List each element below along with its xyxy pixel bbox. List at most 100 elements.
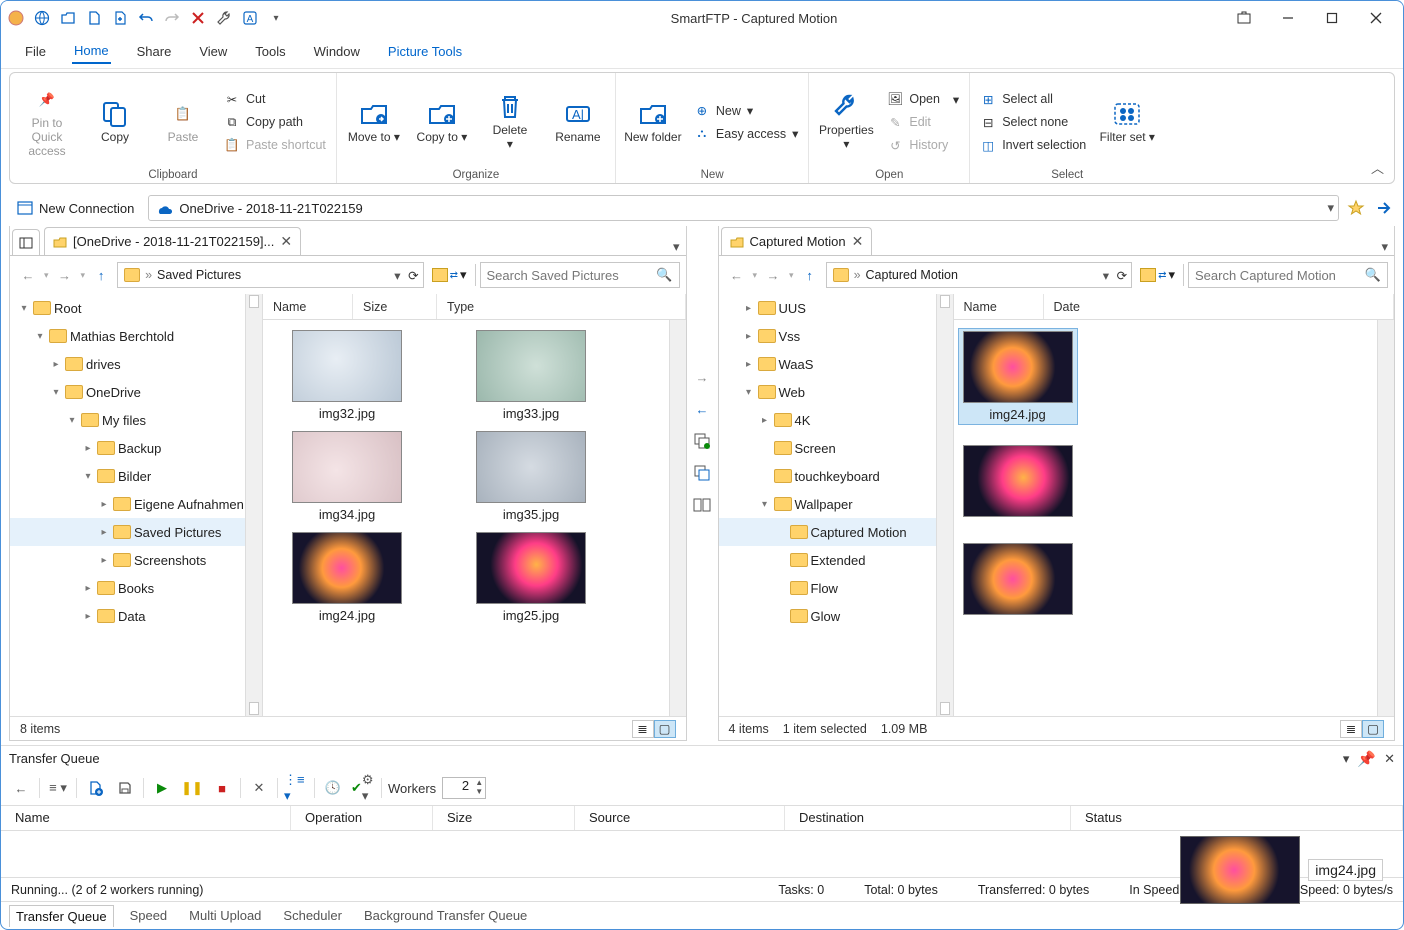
- wrench-icon[interactable]: [215, 9, 233, 27]
- tree-node[interactable]: ▾Web: [719, 378, 953, 406]
- thumbnail[interactable]: img25.jpg: [451, 530, 611, 625]
- tab-dropdown-icon[interactable]: ▾: [1375, 239, 1394, 255]
- bottom-tab-multi[interactable]: Multi Upload: [183, 905, 267, 926]
- cut-button[interactable]: ✂Cut: [220, 89, 330, 109]
- thumbnail[interactable]: img24.jpg: [267, 530, 427, 625]
- expand-icon[interactable]: ▸: [82, 443, 94, 454]
- tree-node[interactable]: Flow: [719, 574, 953, 602]
- sync-mirror-icon[interactable]: [691, 494, 713, 516]
- tree-node[interactable]: Captured Motion: [719, 518, 953, 546]
- forward-button[interactable]: →: [761, 263, 785, 287]
- properties-button[interactable]: Properties▾: [815, 90, 877, 154]
- tree-node[interactable]: ▸Data: [10, 602, 262, 630]
- sync-left-icon[interactable]: ←: [691, 398, 713, 420]
- minimize-button[interactable]: [1267, 4, 1309, 32]
- scrollbar[interactable]: [936, 294, 953, 716]
- copy-to-button[interactable]: Copy to ▾: [411, 97, 473, 147]
- left-breadcrumb[interactable]: » Saved Pictures ▾ ⟳: [117, 262, 424, 288]
- col-operation[interactable]: Operation: [291, 806, 433, 830]
- bottom-tab-speed[interactable]: Speed: [124, 905, 174, 926]
- refresh-icon[interactable]: ⟳: [1117, 268, 1127, 283]
- easy-access-button[interactable]: ⛬Easy access ▾: [690, 124, 802, 144]
- right-breadcrumb[interactable]: » Captured Motion ▾ ⟳: [826, 262, 1133, 288]
- tree-node[interactable]: ▾Wallpaper: [719, 490, 953, 518]
- dropdown-icon[interactable]: ▾: [1343, 751, 1350, 767]
- scrollbar[interactable]: [245, 294, 262, 716]
- view-list-icon[interactable]: ≣: [1340, 720, 1362, 738]
- bottom-tab-bg[interactable]: Background Transfer Queue: [358, 905, 533, 926]
- maximize-button[interactable]: [1311, 4, 1353, 32]
- col-size[interactable]: Size: [353, 294, 437, 319]
- paste-button[interactable]: 📋Paste: [152, 97, 214, 147]
- view-list-icon[interactable]: ≣: [632, 720, 654, 738]
- pin-to-quick-button[interactable]: 📌Pin to Quick access: [16, 83, 78, 160]
- sync-compare-icon[interactable]: [691, 462, 713, 484]
- close-tab-icon[interactable]: ✕: [852, 233, 864, 250]
- menu-picture-tools[interactable]: Picture Tools: [386, 40, 464, 63]
- tree-node[interactable]: ▾OneDrive: [10, 378, 262, 406]
- expand-icon[interactable]: ▾: [18, 303, 30, 314]
- go-icon[interactable]: [1373, 197, 1395, 219]
- thumbnail[interactable]: img33.jpg: [451, 328, 611, 423]
- right-tab[interactable]: Captured Motion ✕: [721, 227, 873, 255]
- thumbnail[interactable]: img35.jpg: [451, 429, 611, 524]
- tree-node[interactable]: ▸Saved Pictures: [10, 518, 262, 546]
- collapse-ribbon-icon[interactable]: ︿: [1371, 158, 1384, 177]
- scrollbar[interactable]: [669, 320, 686, 716]
- clock-icon[interactable]: 🕓: [321, 776, 345, 800]
- expand-icon[interactable]: ▾: [50, 387, 62, 398]
- bottom-tab-scheduler[interactable]: Scheduler: [277, 905, 348, 926]
- left-search-input[interactable]: Search Saved Pictures🔍: [480, 262, 680, 288]
- back-button[interactable]: ←: [725, 263, 749, 287]
- tree-node[interactable]: ▸WaaS: [719, 350, 953, 378]
- expand-icon[interactable]: ▸: [98, 499, 110, 510]
- tree-node[interactable]: ▸UUS: [719, 294, 953, 322]
- back-button[interactable]: ←: [16, 263, 40, 287]
- copy-button[interactable]: Copy: [84, 97, 146, 147]
- thumbnail[interactable]: [958, 443, 1078, 523]
- menu-home[interactable]: Home: [72, 39, 111, 64]
- thumbnail[interactable]: img32.jpg: [267, 328, 427, 423]
- col-size[interactable]: Size: [433, 806, 575, 830]
- globe-icon[interactable]: [33, 9, 51, 27]
- expand-icon[interactable]: ▾: [759, 499, 771, 510]
- view-mode-button[interactable]: ⇄ ▾: [1136, 262, 1179, 288]
- select-all-button[interactable]: ⊞Select all: [976, 89, 1090, 109]
- language-icon[interactable]: A: [241, 9, 259, 27]
- tree-node[interactable]: ▸drives: [10, 350, 262, 378]
- thumbnail[interactable]: [958, 541, 1078, 621]
- menu-file[interactable]: File: [23, 40, 48, 63]
- invert-selection-button[interactable]: ◫Invert selection: [976, 135, 1090, 155]
- expand-icon[interactable]: ▸: [82, 583, 94, 594]
- col-date[interactable]: Date: [1044, 294, 1395, 319]
- tab-dropdown-icon[interactable]: ▾: [667, 239, 686, 255]
- col-status[interactable]: Status: [1071, 806, 1403, 830]
- new-folder-button[interactable]: New folder: [622, 97, 684, 147]
- select-none-button[interactable]: ⊟Select none: [976, 112, 1090, 132]
- tree-node[interactable]: ▸Backup: [10, 434, 262, 462]
- tree-node[interactable]: ▾My files: [10, 406, 262, 434]
- expand-icon[interactable]: ▸: [50, 359, 62, 370]
- col-name[interactable]: Name: [954, 294, 1044, 319]
- tree-node[interactable]: Screen: [719, 434, 953, 462]
- left-tab[interactable]: [OneDrive - 2018-11-21T022159]... ✕: [44, 227, 301, 255]
- close-x-icon[interactable]: [189, 9, 207, 27]
- stop-icon[interactable]: ■: [210, 776, 234, 800]
- chevron-down-icon[interactable]: ▾: [1327, 200, 1334, 216]
- history-button[interactable]: ↺History: [883, 135, 963, 155]
- search-icon[interactable]: 🔍: [656, 267, 672, 283]
- expand-icon[interactable]: ▾: [66, 415, 78, 426]
- paste-shortcut-button[interactable]: 📋Paste shortcut: [220, 135, 330, 155]
- workers-input[interactable]: 2▲▼: [442, 777, 486, 799]
- col-destination[interactable]: Destination: [785, 806, 1071, 830]
- col-type[interactable]: Type: [437, 294, 686, 319]
- tree-node[interactable]: touchkeyboard: [719, 462, 953, 490]
- favorites-icon[interactable]: [1345, 197, 1367, 219]
- qat-dropdown-icon[interactable]: ▾: [267, 9, 285, 27]
- open-icon[interactable]: [59, 9, 77, 27]
- new-connection-button[interactable]: New Connection: [9, 198, 142, 219]
- tree-node[interactable]: ▾Bilder: [10, 462, 262, 490]
- tabstrip-toggle-icon[interactable]: [12, 229, 40, 255]
- tree-node[interactable]: ▾Mathias Berchtold: [10, 322, 262, 350]
- expand-icon[interactable]: ▾: [34, 331, 46, 342]
